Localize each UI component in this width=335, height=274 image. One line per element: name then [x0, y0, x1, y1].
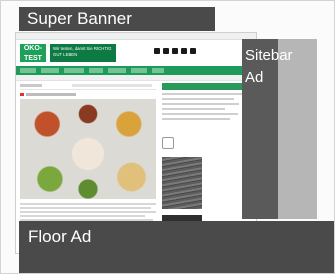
pinterest-icon[interactable]: [172, 48, 178, 54]
twitter-icon[interactable]: [163, 48, 169, 54]
sidebar-box-links: [162, 93, 252, 120]
panda-logo-icon: [162, 137, 174, 149]
sitebar-ad-label-line2: Ad: [245, 69, 264, 86]
nav-item[interactable]: [108, 68, 126, 73]
sitebar-ad-label-line1: Sitebar: [245, 47, 293, 64]
nav-item[interactable]: [20, 68, 36, 73]
facebook-icon[interactable]: [154, 48, 160, 54]
category-row: [20, 83, 156, 90]
search-icon[interactable]: [190, 48, 196, 54]
ad-placement-diagram: ÖKO-TEST Wir testen, damit Sie RICHTIG G…: [0, 0, 335, 274]
nav-item[interactable]: [64, 68, 84, 73]
nav-item[interactable]: [41, 68, 59, 73]
rss-icon[interactable]: [181, 48, 187, 54]
sitebar-ad-label: Sitebar Ad: [245, 45, 293, 89]
article-headline[interactable]: [20, 90, 156, 98]
site-navigation: [16, 66, 256, 75]
site-top-bar: [16, 33, 256, 40]
nav-item[interactable]: [89, 68, 103, 73]
social-icons: [154, 48, 196, 54]
site-subnav: [16, 75, 256, 81]
site-claim: Wir testen, damit Sie RICHTIG GUT LEBEN: [50, 44, 116, 62]
rectangle-ad-image[interactable]: [162, 157, 202, 209]
super-banner-ad[interactable]: Super Banner: [19, 7, 215, 31]
nav-item[interactable]: [152, 68, 164, 73]
article-image[interactable]: [20, 99, 156, 199]
site-header: ÖKO-TEST Wir testen, damit Sie RICHTIG G…: [16, 40, 256, 66]
nav-item[interactable]: [131, 68, 147, 73]
site-logo[interactable]: ÖKO-TEST: [20, 44, 46, 62]
sitebar-ad[interactable]: Sitebar Ad: [242, 39, 317, 219]
sidebar-box-header: [162, 83, 252, 90]
floor-ad[interactable]: Floor Ad: [19, 221, 334, 273]
